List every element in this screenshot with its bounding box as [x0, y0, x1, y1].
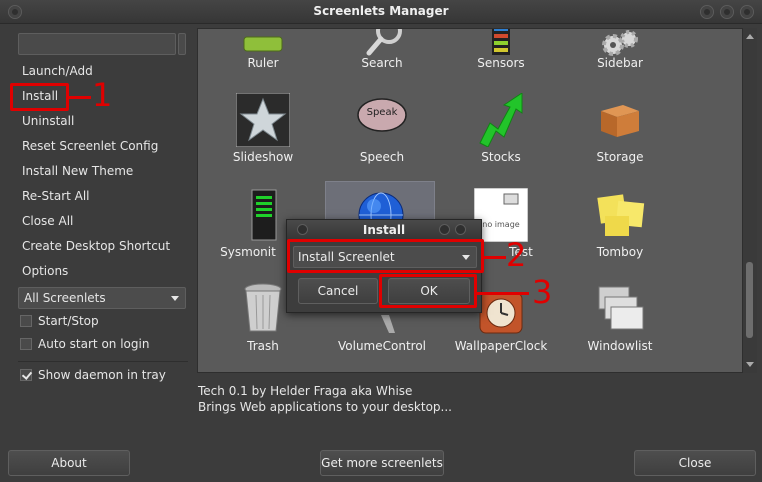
scrollbar-thumb[interactable]	[746, 262, 753, 338]
show-daemon-checkbox[interactable]: Show daemon in tray	[20, 367, 166, 383]
sidebar-item-launch-add[interactable]: Launch/Add	[22, 62, 93, 80]
screenlet-description-text: Brings Web applications to your desktop.…	[198, 400, 452, 414]
screenlet-label: Sidebar	[597, 56, 643, 70]
screenlet-tile-speech[interactable]: Speak Speech	[327, 89, 437, 179]
stock-arrow-icon	[479, 93, 523, 147]
screenlet-label: WallpaperClock	[454, 339, 548, 353]
about-button[interactable]: About	[8, 450, 130, 476]
trash-icon	[244, 283, 282, 332]
screenlets-grid[interactable]: Ruler Search Sensors Sidebar Slideshow S…	[197, 28, 743, 373]
start-stop-checkbox[interactable]: Start/Stop	[20, 313, 99, 329]
checkbox-checked-icon[interactable]	[20, 368, 32, 381]
screenlet-tile-tomboy[interactable]: Tomboy	[565, 184, 675, 274]
scroll-down-icon[interactable]	[746, 362, 754, 367]
star-icon	[236, 93, 290, 147]
autostart-label: Auto start on login	[38, 337, 150, 351]
screenlet-label: Windowlist	[587, 339, 653, 353]
screenlet-label: Tomboy	[596, 245, 644, 259]
scroll-up-icon[interactable]	[746, 34, 754, 39]
box-icon	[601, 105, 639, 137]
screenlet-label: VolumeControl	[337, 339, 426, 353]
screenlet-description-title: Tech 0.1 by Helder Fraga aka Whise	[198, 384, 413, 398]
screenlet-label: Trash	[247, 339, 279, 353]
screenlet-label: Storage	[596, 150, 644, 164]
window-title: Screenlets Manager	[313, 4, 449, 18]
search-input[interactable]	[18, 33, 176, 55]
clock-icon	[479, 292, 523, 334]
show-daemon-label: Show daemon in tray	[38, 368, 166, 382]
screenlet-label: Speech	[359, 150, 405, 164]
close-button[interactable]: Close	[634, 450, 756, 476]
screenlet-tile-slideshow[interactable]: Slideshow	[208, 89, 318, 179]
screenlet-label: Search	[361, 56, 403, 70]
screenlet-label: Sensors	[477, 56, 525, 70]
sidebar-item-options[interactable]: Options	[22, 262, 68, 280]
maximize-button[interactable]	[720, 5, 734, 19]
sidebar-item-close-all[interactable]: Close All	[22, 212, 73, 230]
highlight-select	[287, 239, 484, 273]
checkbox-icon[interactable]	[20, 314, 32, 327]
sidebar-item-reset-config[interactable]: Reset Screenlet Config	[22, 137, 158, 155]
minimize-button[interactable]	[700, 5, 714, 19]
screenlet-tile-stocks[interactable]: Stocks	[446, 89, 556, 179]
sidebar-divider	[18, 361, 188, 362]
sidebar-item-restart-all[interactable]: Re-Start All	[22, 187, 90, 205]
highlight-line-1	[69, 96, 91, 99]
annotation-number-1: 1	[92, 76, 113, 114]
start-stop-label: Start/Stop	[38, 314, 99, 328]
search-clear-button[interactable]	[178, 33, 186, 55]
speech-bubble-text: Speak	[366, 107, 398, 118]
chevron-down-icon	[171, 296, 179, 301]
dialog-minimize-button[interactable]	[439, 224, 450, 235]
dialog-cancel-button[interactable]: Cancel	[298, 278, 378, 304]
dialog-title: Install	[287, 220, 481, 240]
highlight-line-3	[477, 292, 529, 295]
highlight-line-2	[484, 256, 506, 259]
dialog-menu-button[interactable]	[297, 224, 308, 235]
screenlet-tile-windowlist[interactable]: Windowlist	[565, 279, 675, 369]
sidebar-item-install-theme[interactable]: Install New Theme	[22, 162, 133, 180]
filter-select[interactable]: All Screenlets	[18, 287, 186, 309]
close-window-button[interactable]	[740, 5, 754, 19]
grid-scrollbar[interactable]	[743, 28, 757, 373]
title-bar: Screenlets Manager	[0, 0, 762, 24]
windows-icon	[598, 286, 644, 330]
dialog-close-button[interactable]	[455, 224, 466, 235]
screenlet-label: Slideshow	[232, 150, 294, 164]
speech-bubble-icon	[357, 98, 407, 132]
screenlet-tile-storage[interactable]: Storage	[565, 89, 675, 179]
sticky-notes-icon	[597, 194, 645, 236]
screenlet-label: Ruler	[247, 56, 279, 70]
highlight-ok	[379, 274, 477, 308]
autostart-checkbox[interactable]: Auto start on login	[20, 336, 149, 352]
sidebar-item-desktop-shortcut[interactable]: Create Desktop Shortcut	[22, 237, 170, 255]
no-image-text: no image	[482, 220, 520, 229]
pc-tower-icon	[251, 189, 277, 241]
highlight-install	[10, 83, 69, 111]
checkbox-icon[interactable]	[20, 337, 32, 350]
annotation-number-2: 2	[506, 236, 527, 274]
get-more-screenlets-button[interactable]: Get more screenlets	[320, 450, 444, 476]
filter-select-value: All Screenlets	[24, 291, 106, 305]
annotation-number-3: 3	[532, 273, 553, 311]
no-image-icon	[474, 188, 528, 242]
sidebar-item-uninstall[interactable]: Uninstall	[22, 112, 74, 130]
screenlet-label: Stocks	[481, 150, 521, 164]
